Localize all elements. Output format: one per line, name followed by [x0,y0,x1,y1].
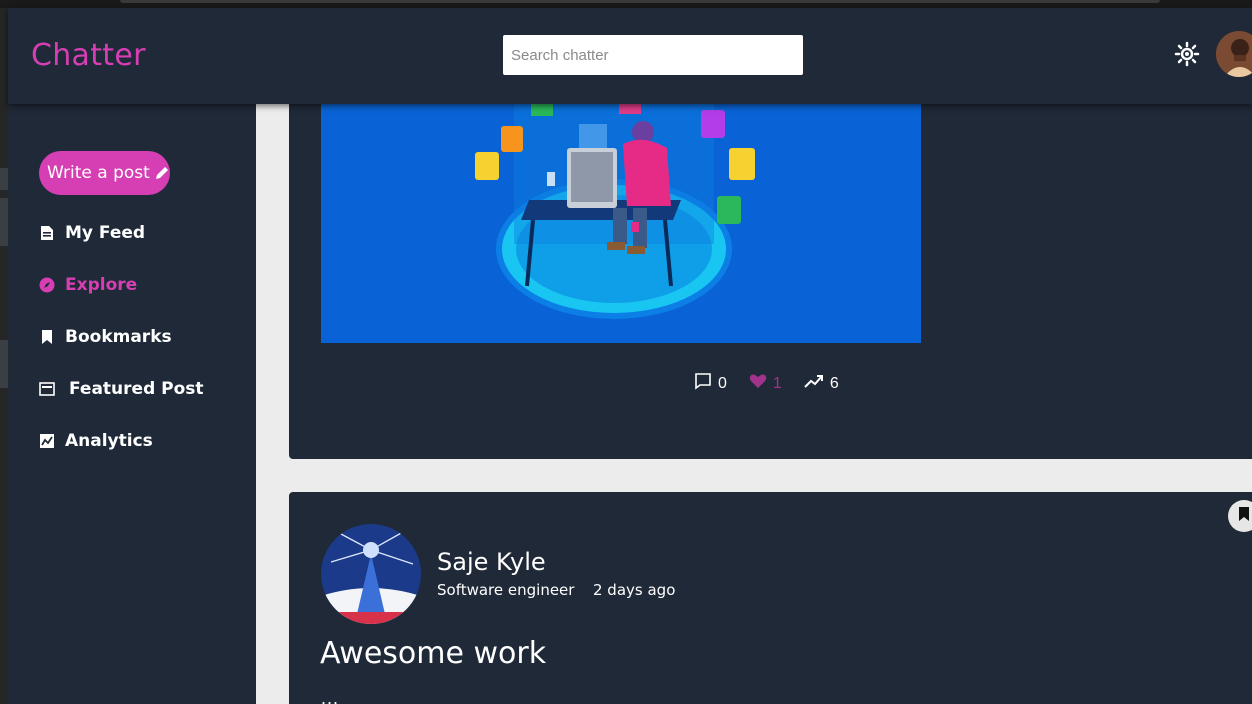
sidebar-item-my-feed[interactable]: My Feed [39,220,145,246]
heart-icon [749,373,773,394]
sidebar-item-label: My Feed [65,223,146,243]
post-excerpt: ... [321,688,340,704]
window-edge [0,8,8,704]
post-card: 0 1 6 [289,104,1252,459]
sidebar-item-label: Explore [65,275,138,295]
comment-icon [694,372,718,395]
sun-icon[interactable] [1174,41,1200,67]
views-indicator: 6 [804,373,839,394]
comment-count: 0 [718,374,727,392]
edge-block [0,340,8,388]
sidebar-item-featured-post[interactable]: Featured Post [39,376,204,402]
sidebar: Write a post My Feed Explore Bookmarks F… [8,104,256,704]
post-stats: 0 1 6 [694,372,861,395]
pencil-icon [154,165,170,181]
brand-logo[interactable]: Chatter [31,38,146,73]
sidebar-item-explore[interactable]: Explore [39,272,137,298]
top-navbar: Chatter [8,8,1252,104]
main-feed: 0 1 6 Saje Kyle Software engineer 2 days… [256,104,1252,704]
bookmark-icon [39,329,55,345]
comments-button[interactable]: 0 [694,372,727,395]
sidebar-item-bookmarks[interactable]: Bookmarks [39,324,172,350]
sidebar-item-label: Analytics [65,431,153,451]
edge-block [0,198,8,246]
author-name[interactable]: Saje Kyle [437,548,546,576]
sidebar-item-label: Bookmarks [65,327,172,347]
feed-icon [39,225,55,241]
like-button[interactable]: 1 [749,373,782,394]
bookmark-icon [1238,506,1250,527]
view-count: 6 [829,374,839,392]
post-title[interactable]: Awesome work [320,636,546,671]
post-timestamp: 2 days ago [593,581,676,599]
browser-tab-bar [120,0,1160,3]
featured-icon [39,381,55,397]
compass-icon [39,277,55,293]
search-input[interactable] [503,35,803,75]
developer-illustration[interactable] [321,104,921,343]
author-avatar[interactable] [321,524,421,624]
trending-icon [804,373,830,394]
author-role: Software engineer [437,581,575,599]
sidebar-item-analytics[interactable]: Analytics [39,428,153,454]
write-post-button[interactable]: Write a post [39,151,170,195]
bookmark-button[interactable] [1228,500,1252,532]
sidebar-item-label: Featured Post [69,379,204,399]
write-post-label: Write a post [47,163,150,183]
edge-block [0,168,8,190]
browser-chrome-strip [0,0,1252,8]
analytics-icon [39,433,55,449]
user-avatar[interactable] [1216,31,1252,77]
like-count: 1 [772,374,782,392]
post-card: Saje Kyle Software engineer 2 days ago A… [289,492,1252,704]
